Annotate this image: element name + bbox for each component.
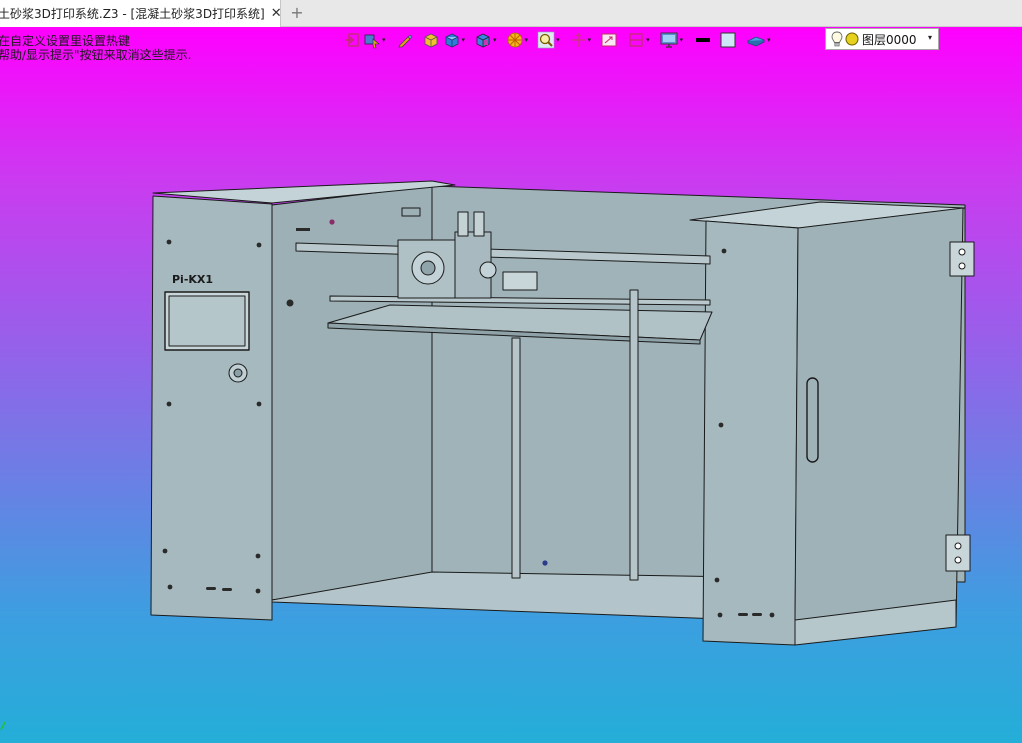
right-side-panel xyxy=(794,207,964,628)
control-knob-center xyxy=(233,368,243,378)
printer-model[interactable]: Pi-KX1 xyxy=(0,27,1022,743)
carriage-block xyxy=(502,271,538,291)
document-tab[interactable]: 土砂浆3D打印系统.Z3 - [混凝土砂浆3D打印系统] ✕ xyxy=(0,0,281,27)
3d-viewport[interactable]: 在自定义设置里设置热键 帮助/显示提示"按钮来取消这些提示. ▾ ▾ ▾ ▾ ▾… xyxy=(0,27,1022,743)
z-rod-left xyxy=(511,337,521,579)
tab-bar: 土砂浆3D打印系统.Z3 - [混凝土砂浆3D打印系统] ✕ + xyxy=(0,0,1022,27)
model-label: Pi-KX1 xyxy=(172,273,213,286)
new-tab-icon[interactable]: + xyxy=(289,4,305,22)
axis-indicator-icon xyxy=(0,721,6,731)
left-front-panel xyxy=(150,195,273,621)
hinge-lower xyxy=(945,534,971,572)
display-screen-inner xyxy=(168,295,246,347)
tab-title: 土砂浆3D打印系统.Z3 - [混凝土砂浆3D打印系统] xyxy=(0,7,265,21)
z-rod-right xyxy=(629,289,639,581)
close-icon[interactable]: ✕ xyxy=(271,6,280,21)
hinge-upper xyxy=(949,241,975,277)
